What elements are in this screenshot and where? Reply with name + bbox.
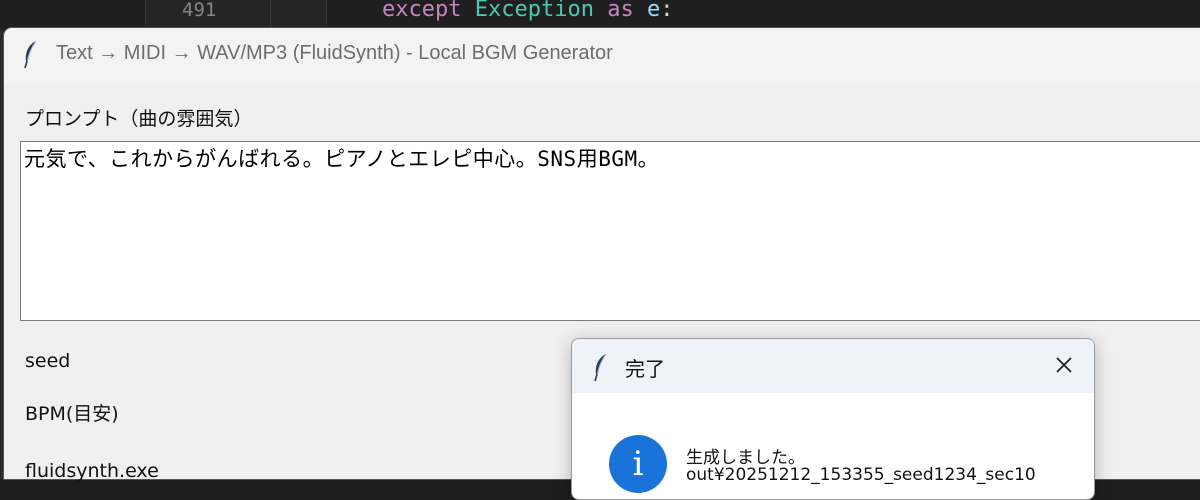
feather-icon bbox=[24, 40, 37, 69]
feather-icon bbox=[594, 353, 607, 382]
bpm-label: BPM(目安) bbox=[25, 403, 119, 425]
dialog-titlebar[interactable]: 完了 bbox=[572, 339, 1094, 393]
variable-e: e bbox=[646, 0, 661, 22]
close-icon[interactable] bbox=[1050, 351, 1078, 379]
prompt-textarea[interactable]: 元気で、これからがんばれる。ピアノとエレピ中心。SNS用BGM。 bbox=[20, 141, 1200, 321]
editor-gutter bbox=[145, 0, 327, 30]
prompt-label: プロンプト（曲の雰囲気） bbox=[25, 108, 253, 130]
completion-dialog: 完了 i 生成しました。 out¥20251212_153355_seed123… bbox=[571, 338, 1095, 500]
keyword-as: as bbox=[607, 0, 634, 22]
seed-label: seed bbox=[25, 350, 71, 372]
dialog-output-path: out¥20251212_153355_seed1234_sec10 bbox=[686, 465, 1036, 485]
main-titlebar[interactable]: Text → MIDI → WAV/MP3 (FluidSynth) - Loc… bbox=[4, 28, 1200, 83]
colon: : bbox=[660, 0, 674, 22]
class-exception: Exception bbox=[474, 0, 594, 22]
info-icon: i bbox=[609, 435, 667, 493]
code-line: except Exception as e: bbox=[382, 0, 673, 22]
keyword-except: except bbox=[382, 0, 462, 22]
gutter-divider bbox=[270, 0, 271, 30]
code-editor-background: 491 except Exception as e: bbox=[0, 0, 1200, 30]
dialog-title: 完了 bbox=[625, 357, 665, 381]
line-number: 491 bbox=[182, 0, 217, 21]
window-title: Text → MIDI → WAV/MP3 (FluidSynth) - Loc… bbox=[56, 42, 613, 64]
